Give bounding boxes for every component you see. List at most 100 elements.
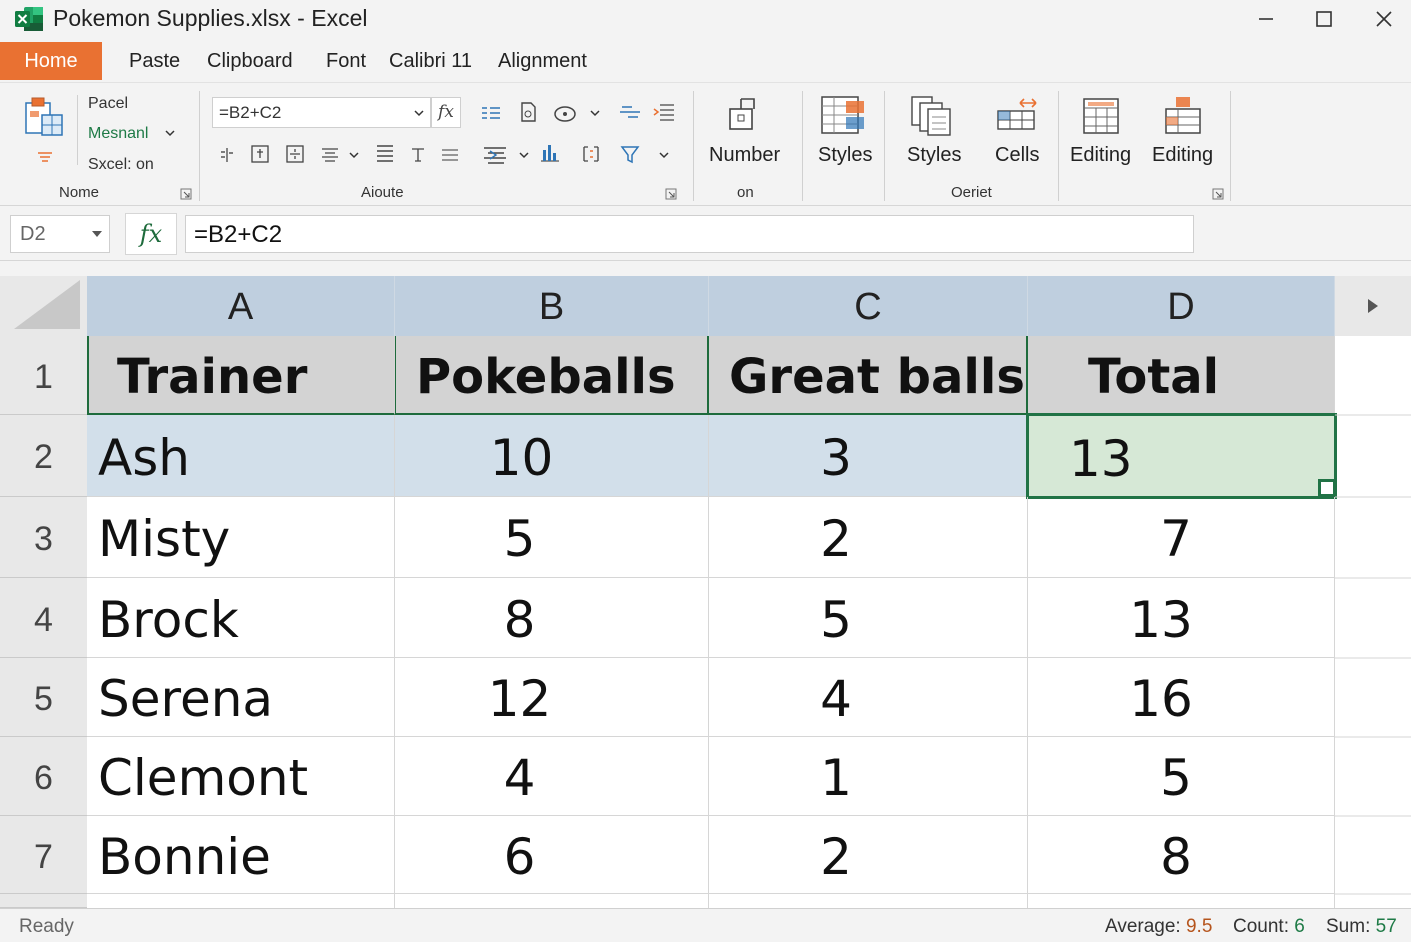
cell-d1[interactable]: Total (1028, 336, 1335, 415)
format-painter-icon[interactable] (36, 149, 54, 165)
indent-icon[interactable] (618, 101, 642, 123)
row-header-1[interactable]: 1 (0, 336, 87, 415)
cell-c7[interactable]: 2 (709, 816, 1028, 894)
tab-paste[interactable]: Paste (129, 42, 180, 80)
chevron-down-icon[interactable] (518, 149, 530, 161)
justify-icon[interactable] (374, 143, 396, 165)
cell-a2[interactable]: Ash (87, 415, 395, 497)
cell-b2[interactable]: 10 (395, 415, 709, 497)
cell-d2-active[interactable]: 13 (1026, 413, 1337, 499)
chevron-down-icon[interactable] (589, 107, 601, 119)
cell-a5[interactable]: Serena (87, 658, 395, 737)
cell-d8[interactable] (1028, 894, 1335, 908)
minimize-icon[interactable] (1249, 6, 1283, 32)
select-all-corner[interactable] (0, 276, 87, 336)
clipboard-item-sxcel[interactable]: Sxcel: on (88, 156, 154, 174)
conditional-formatting-icon[interactable] (820, 95, 866, 137)
row-header-4[interactable]: 4 (0, 578, 87, 658)
row-header-8[interactable] (0, 894, 87, 908)
cell-c4[interactable]: 5 (709, 578, 1028, 658)
dialog-launcher-icon[interactable] (665, 188, 677, 200)
chevron-down-icon[interactable] (658, 149, 670, 161)
editing-icon-2[interactable] (1162, 95, 1204, 137)
cell-styles-icon[interactable] (908, 95, 954, 137)
empty-column-area[interactable] (1335, 336, 1411, 908)
column-header-c[interactable]: C (709, 276, 1028, 336)
cell-b6[interactable]: 4 (395, 737, 709, 816)
row-header-2[interactable]: 2 (0, 415, 87, 497)
clipboard-item-pacel[interactable]: Pacel (88, 95, 128, 113)
cell-c1[interactable]: Great balls (709, 336, 1028, 415)
cell-d7[interactable]: 8 (1028, 816, 1335, 894)
scroll-right-icon[interactable] (1335, 276, 1411, 336)
dialog-launcher-icon[interactable] (180, 188, 192, 200)
editing-icon-1[interactable] (1080, 95, 1122, 137)
maximize-icon[interactable] (1307, 6, 1341, 32)
row-header-3[interactable]: 3 (0, 497, 87, 578)
tab-clipboard[interactable]: Clipboard (207, 42, 293, 80)
cell-a3[interactable]: Misty (87, 497, 395, 578)
bullet-list-icon[interactable] (480, 103, 502, 123)
editing-button-1[interactable]: Editing (1070, 144, 1131, 167)
align-top-icon[interactable] (249, 143, 271, 165)
paste-icon[interactable] (22, 95, 66, 139)
cell-a7[interactable]: Bonnie (87, 816, 395, 894)
page-icon[interactable] (517, 101, 539, 123)
column-header-b[interactable]: B (395, 276, 709, 336)
formula-input[interactable]: =B2+C2 (185, 215, 1194, 253)
cell-d4[interactable]: 13 (1028, 578, 1335, 658)
row-header-5[interactable]: 5 (0, 658, 87, 737)
tab-alignment[interactable]: Alignment (498, 42, 587, 80)
styles-button-2[interactable]: Styles (907, 144, 961, 167)
name-box[interactable]: D2 (10, 215, 110, 253)
align-center-icon[interactable] (319, 145, 341, 165)
chevron-down-icon[interactable] (348, 149, 360, 161)
styles-button-1[interactable]: Styles (818, 144, 872, 167)
cell-a6[interactable]: Clemont (87, 737, 395, 816)
number-button[interactable]: Number (709, 144, 780, 167)
wrap-text-icon[interactable] (652, 101, 676, 123)
column-header-a[interactable]: A (87, 276, 395, 336)
align-left-icon[interactable] (217, 145, 237, 165)
merge-icon[interactable] (482, 143, 510, 167)
clipboard-item-mesnanl[interactable]: Mesnanl (88, 125, 148, 143)
editing-button-2[interactable]: Editing (1152, 144, 1213, 167)
chevron-down-icon[interactable] (413, 107, 425, 119)
cell-d5[interactable]: 16 (1028, 658, 1335, 737)
cell-c2[interactable]: 3 (709, 415, 1028, 497)
cell-c3[interactable]: 2 (709, 497, 1028, 578)
cell-b8[interactable] (395, 894, 709, 908)
cell-a4[interactable]: Brock (87, 578, 395, 658)
chart-icon[interactable] (538, 141, 562, 163)
column-header-d[interactable]: D (1028, 276, 1335, 336)
filter-icon[interactable] (619, 143, 641, 165)
tab-home[interactable]: Home (0, 42, 102, 80)
cell-b5[interactable]: 12 (395, 658, 709, 737)
shape-icon[interactable] (553, 103, 579, 123)
close-icon[interactable] (1367, 6, 1401, 32)
tab-calibri[interactable]: Calibri 11 (389, 42, 472, 80)
align-right-icon[interactable] (408, 145, 428, 165)
cell-c6[interactable]: 1 (709, 737, 1028, 816)
cells-icon[interactable] (994, 97, 1040, 135)
cell-c5[interactable]: 4 (709, 658, 1028, 737)
tab-font[interactable]: Font (326, 42, 366, 80)
row-header-6[interactable]: 6 (0, 737, 87, 816)
chevron-down-icon[interactable] (164, 127, 176, 139)
cell-c8[interactable] (709, 894, 1028, 908)
chevron-down-icon[interactable] (91, 229, 103, 239)
dialog-launcher-icon[interactable] (1212, 188, 1224, 200)
cell-b7[interactable]: 6 (395, 816, 709, 894)
row-header-7[interactable]: 7 (0, 816, 87, 894)
cell-a1[interactable]: Trainer (87, 336, 395, 415)
split-icon[interactable] (580, 143, 602, 165)
ribbon-fx-icon[interactable]: fx (431, 97, 461, 128)
cell-b3[interactable]: 5 (395, 497, 709, 578)
cell-d3[interactable]: 7 (1028, 497, 1335, 578)
cell-b1[interactable]: Pokeballs (395, 336, 709, 415)
ribbon-name-box[interactable]: =B2+C2 (212, 97, 431, 128)
cell-a8[interactable] (87, 894, 395, 908)
distribute-icon[interactable] (439, 145, 461, 165)
cells-button[interactable]: Cells (995, 144, 1039, 167)
insert-function-button[interactable]: fx (125, 213, 177, 255)
